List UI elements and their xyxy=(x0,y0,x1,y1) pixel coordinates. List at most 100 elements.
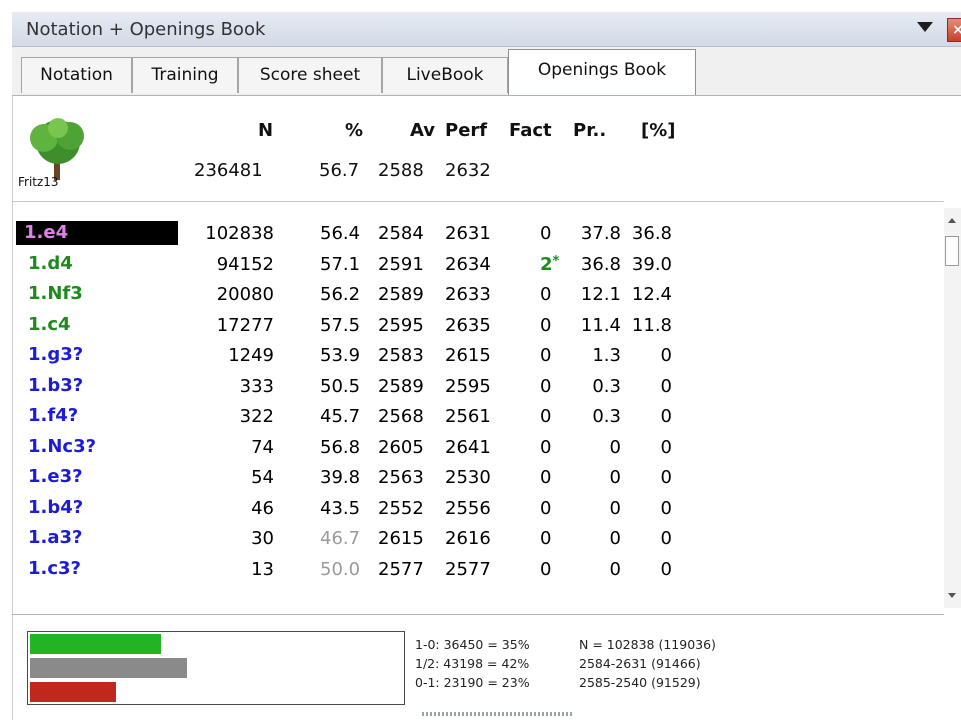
move-name: 1.c3? xyxy=(28,558,81,579)
move-perf: 2641 xyxy=(445,437,491,458)
rating-white-stat: 2584-2631 (91466) xyxy=(579,656,701,671)
move-n: 74 xyxy=(251,437,274,458)
move-row[interactable]: 1.d4 94152 57.1 2591 2634 2* 36.8 39.0 xyxy=(12,250,944,278)
tree-icon xyxy=(30,118,84,180)
tab-notation[interactable]: Notation xyxy=(21,57,132,93)
move-row[interactable]: 1.Nc3? 74 56.8 2605 2641 0 0 0 xyxy=(12,433,944,461)
move-n: 13 xyxy=(251,559,274,580)
book-name: Fritz13 xyxy=(18,175,59,189)
move-name: 1.Nc3? xyxy=(28,436,97,457)
window-title: Notation + Openings Book xyxy=(26,19,266,40)
move-pct: 46.7 xyxy=(320,528,361,549)
col-header-pct[interactable]: % xyxy=(345,120,363,141)
move-bpct: 0 xyxy=(660,498,672,519)
move-bpct: 39.0 xyxy=(631,254,672,275)
move-av: 2552 xyxy=(378,498,424,519)
move-n: 46 xyxy=(251,498,274,519)
move-fact: 0 xyxy=(540,223,552,244)
move-bpct: 0 xyxy=(660,528,672,549)
black-wins-bar xyxy=(30,682,117,702)
triangle-down-icon[interactable] xyxy=(917,22,933,32)
total-av: 2588 xyxy=(378,160,424,181)
col-header-n[interactable]: N xyxy=(258,120,273,141)
scroll-up-arrow-icon[interactable] xyxy=(948,218,956,223)
move-pr: 0 xyxy=(609,528,621,549)
move-av: 2605 xyxy=(378,437,424,458)
move-av: 2591 xyxy=(378,254,424,275)
move-pct: 39.8 xyxy=(320,467,361,488)
move-pr: 0 xyxy=(609,467,621,488)
move-bpct: 0 xyxy=(660,467,672,488)
scroll-down-arrow-icon[interactable] xyxy=(948,593,956,598)
move-fact: 0 xyxy=(540,284,552,305)
move-pr: 0 xyxy=(609,559,621,580)
move-pr: 0 xyxy=(609,498,621,519)
col-header-av[interactable]: Av xyxy=(410,120,435,141)
tab-livebook[interactable]: LiveBook xyxy=(382,57,508,93)
col-header-bpct[interactable]: [%] xyxy=(641,120,676,141)
move-row[interactable]: 1.e4 102838 56.4 2584 2631 0 37.8 36.8 xyxy=(12,219,944,247)
move-n: 17277 xyxy=(216,315,274,336)
tab-score-sheet[interactable]: Score sheet xyxy=(238,57,382,93)
total-pct: 56.7 xyxy=(319,160,360,181)
col-header-perf[interactable]: Perf xyxy=(445,120,487,141)
move-n: 20080 xyxy=(216,284,274,305)
move-row[interactable]: 1.e3? 54 39.8 2563 2530 0 0 0 xyxy=(12,463,944,491)
n-total-stat: N = 102838 (119036) xyxy=(579,637,716,652)
draws-bar xyxy=(30,658,188,678)
move-n: 1249 xyxy=(228,345,274,366)
move-perf: 2634 xyxy=(445,254,491,275)
close-icon[interactable]: × xyxy=(947,18,961,42)
move-row[interactable]: 1.b3? 333 50.5 2589 2595 0 0.3 0 xyxy=(12,372,944,400)
move-fact: 0 xyxy=(540,528,552,549)
move-perf: 2615 xyxy=(445,345,491,366)
white-wins-bar xyxy=(30,634,161,654)
move-row[interactable]: 1.b4? 46 43.5 2552 2556 0 0 0 xyxy=(12,494,944,522)
draws-stat: 1/2: 43198 = 42% xyxy=(415,656,530,671)
move-pr: 1.3 xyxy=(592,345,621,366)
move-av: 2583 xyxy=(378,345,424,366)
move-bpct: 12.4 xyxy=(631,284,672,305)
results-bar-chart xyxy=(27,631,405,705)
resize-grip[interactable] xyxy=(422,712,572,716)
move-perf: 2595 xyxy=(445,376,491,397)
move-bpct: 36.8 xyxy=(631,223,672,244)
move-perf: 2616 xyxy=(445,528,491,549)
move-row[interactable]: 1.g3? 1249 53.9 2583 2615 0 1.3 0 xyxy=(12,341,944,369)
move-perf: 2635 xyxy=(445,315,491,336)
white-wins-stat: 1-0: 36450 = 35% xyxy=(415,637,530,652)
tab-strip: Notation Training Score sheet LiveBook O… xyxy=(12,47,961,96)
move-pr: 0.3 xyxy=(592,376,621,397)
move-name: 1.f4? xyxy=(28,405,79,426)
move-row[interactable]: 1.Nf3 20080 56.2 2589 2633 0 12.1 12.4 xyxy=(12,280,944,308)
move-pct: 57.5 xyxy=(320,315,361,336)
move-row[interactable]: 1.a3? 30 46.7 2615 2616 0 0 0 xyxy=(12,524,944,552)
move-av: 2577 xyxy=(378,559,424,580)
vertical-scrollbar[interactable] xyxy=(944,208,961,608)
move-n: 333 xyxy=(239,376,274,397)
notation-openings-window: Notation + Openings Book × Notation Trai… xyxy=(0,0,961,724)
move-name: 1.g3? xyxy=(28,344,84,365)
move-pct: 50.0 xyxy=(320,559,361,580)
move-name: 1.Nf3 xyxy=(28,283,83,304)
move-name: 1.a3? xyxy=(28,527,83,548)
tab-openings-book[interactable]: Openings Book xyxy=(508,49,696,95)
move-row[interactable]: 1.c4 17277 57.5 2595 2635 0 11.4 11.8 xyxy=(12,311,944,339)
move-name: 1.e3? xyxy=(28,466,83,487)
move-fact: 2* xyxy=(540,254,560,275)
tab-training[interactable]: Training xyxy=(132,57,238,93)
col-header-pr[interactable]: Pr.. xyxy=(573,120,606,141)
move-perf: 2577 xyxy=(445,559,491,580)
move-name: 1.d4 xyxy=(28,253,73,274)
col-header-fact[interactable]: Fact xyxy=(509,120,552,141)
stats-divider xyxy=(12,614,944,615)
move-perf: 2633 xyxy=(445,284,491,305)
scrollbar-thumb[interactable] xyxy=(945,236,959,266)
move-fact: 0 xyxy=(540,315,552,336)
title-bar: Notation + Openings Book × xyxy=(12,12,961,47)
move-row[interactable]: 1.c3? 13 50.0 2577 2577 0 0 0 xyxy=(12,555,944,583)
move-row[interactable]: 1.f4? 322 45.7 2568 2561 0 0.3 0 xyxy=(12,402,944,430)
total-perf: 2632 xyxy=(445,160,491,181)
move-n: 30 xyxy=(251,528,274,549)
move-name: 1.e4 xyxy=(16,221,178,245)
